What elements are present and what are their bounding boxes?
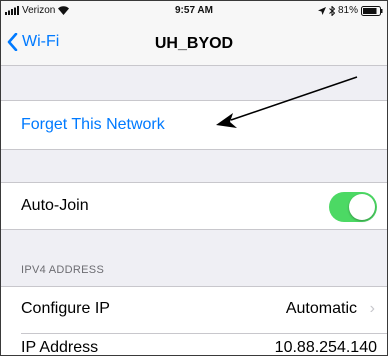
status-right: 81% — [317, 5, 383, 16]
status-bar: Verizon 9:57 AM 81% — [1, 1, 387, 21]
configure-ip-value[interactable]: Automatic — [286, 300, 357, 318]
navigation-bar: Wi-Fi UH_BYOD — [1, 21, 387, 66]
configure-ip-label[interactable]: Configure IP — [21, 300, 110, 318]
ipv4-group: Configure IP Automatic › IP Address 10.8… — [1, 286, 387, 356]
page-title: UH_BYOD — [154, 35, 234, 52]
ipv4-section-header: IPV4 ADDRESS — [21, 264, 105, 276]
bluetooth-icon — [329, 5, 335, 16]
chevron-right-icon[interactable]: › — [370, 300, 375, 318]
row-separator — [21, 333, 387, 334]
screenshot-frame: Verizon 9:57 AM 81% Wi-Fi UH_BYOD Forget… — [0, 0, 388, 356]
forget-network-row[interactable]: Forget This Network — [1, 100, 387, 150]
ip-address-value: 10.88.254.140 — [274, 339, 377, 356]
battery-icon — [361, 5, 383, 16]
toggle-knob — [349, 194, 375, 220]
auto-join-toggle[interactable] — [329, 192, 377, 222]
ip-address-label: IP Address — [21, 339, 99, 356]
forget-network-button[interactable]: Forget This Network — [21, 116, 165, 134]
battery-percent: 81% — [337, 5, 358, 16]
auto-join-label: Auto-Join — [21, 197, 89, 214]
auto-join-row: Auto-Join — [1, 182, 387, 230]
location-arrow-icon — [317, 6, 326, 15]
